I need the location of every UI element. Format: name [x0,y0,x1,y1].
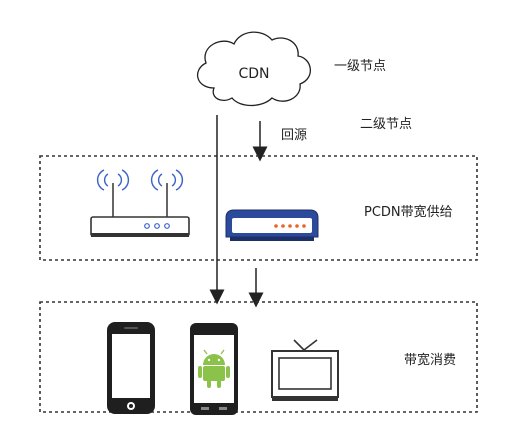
tv-icon [271,339,339,401]
cdn-cloud: CDN [196,31,311,107]
set-top-box-icon [225,209,319,241]
back-to-origin-label: 回源 [281,128,307,143]
android-phone-icon [190,323,238,415]
cdn-label: CDN [238,66,269,82]
router-icon [90,169,190,237]
bandwidth-consume-label: 带宽消费 [404,352,456,368]
iphone-icon [107,322,155,414]
level2-node-label: 二级节点 [360,117,412,132]
cdn-pcdn-diagram: CDN 一级节点 二级节点 回源 PCDN带宽供给 带宽消费 [39,31,478,415]
level1-node-label: 一级节点 [334,59,386,74]
pcdn-supply-label: PCDN带宽供给 [364,204,453,220]
wifi-signal-icon [96,169,184,191]
